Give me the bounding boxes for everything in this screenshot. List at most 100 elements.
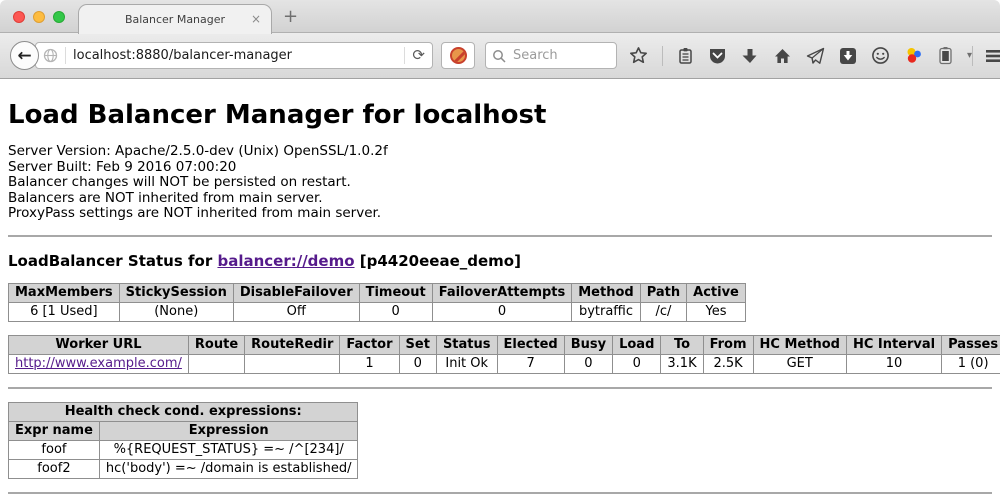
balancer-status-table: MaxMembers StickySession DisableFailover… <box>8 283 746 322</box>
worker-url-link[interactable]: http://www.example.com/ <box>15 356 182 371</box>
column-header: Timeout <box>359 283 432 302</box>
balancer-link[interactable]: balancer://demo <box>217 252 354 270</box>
cell-expr-name: foof2 <box>9 459 100 478</box>
browser-tab[interactable]: Balancer Manager × <box>78 4 272 34</box>
cell-expr-name: foof <box>9 440 100 459</box>
column-header: Factor <box>340 335 399 354</box>
traffic-lights <box>13 11 65 23</box>
server-built-line: Server Built: Feb 9 2016 07:00:20 <box>8 160 992 176</box>
cell-failoverattempts: 0 <box>432 302 572 321</box>
table-title-row: Health check cond. expressions: <box>9 402 358 421</box>
url-bar[interactable]: localhost:8880/balancer-manager ⟳ <box>35 42 433 69</box>
color-dots-icon[interactable] <box>904 46 924 65</box>
minimize-window-button[interactable] <box>33 11 45 23</box>
new-tab-button[interactable]: + <box>283 6 298 27</box>
divider <box>8 387 992 389</box>
close-window-button[interactable] <box>13 11 25 23</box>
column-header: Status <box>436 335 497 354</box>
column-header: HC Method <box>753 335 846 354</box>
cell-path: /c/ <box>640 302 686 321</box>
toolbar-right-group <box>972 46 1000 66</box>
balancer-section-heading: LoadBalancer Status for balancer://demo … <box>8 252 992 270</box>
cell-elected: 7 <box>497 354 564 373</box>
url-text[interactable]: localhost:8880/balancer-manager <box>73 48 397 63</box>
send-plane-icon[interactable] <box>806 47 825 65</box>
star-bookmark-icon[interactable] <box>629 46 648 65</box>
table-row: foof2 hc('body') =~ /domain is establish… <box>9 459 358 478</box>
column-header: HC Interval <box>846 335 941 354</box>
column-header: Worker URL <box>9 335 189 354</box>
inherit-notice-line: Balancers are NOT inherited from main se… <box>8 191 992 207</box>
toolbar-separator <box>662 46 663 66</box>
cell-busy: 0 <box>564 354 612 373</box>
cell-factor: 1 <box>340 354 399 373</box>
cell-active: Yes <box>687 302 746 321</box>
search-bar[interactable] <box>485 42 617 69</box>
hamburger-menu-icon[interactable] <box>985 48 1000 64</box>
search-icon <box>492 49 506 63</box>
table-row: http://www.example.com/ 1 0 Init Ok 7 0 … <box>9 354 1000 373</box>
flash-block-button[interactable] <box>441 42 475 69</box>
back-icon: ← <box>17 46 31 66</box>
cell-from: 2.5K <box>703 354 753 373</box>
cell-method: bytraffic <box>572 302 640 321</box>
column-header: RouteRedir <box>245 335 340 354</box>
cell-worker-url: http://www.example.com/ <box>9 354 189 373</box>
column-header: Expr name <box>9 421 100 440</box>
health-check-table-title: Health check cond. expressions: <box>9 402 358 421</box>
cell-set: 0 <box>399 354 436 373</box>
column-header: FailoverAttempts <box>432 283 572 302</box>
column-header: Route <box>188 335 244 354</box>
table-header-row: Expr name Expression <box>9 421 358 440</box>
smiley-icon[interactable] <box>871 46 890 65</box>
navigation-toolbar: ← localhost:8880/balancer-manager ⟳ <box>0 33 1000 79</box>
clipboard-icon[interactable] <box>677 47 694 65</box>
table-row: foof %{REQUEST_STATUS} =~ /^[234]/ <box>9 440 358 459</box>
server-info: Server Version: Apache/2.5.0-dev (Unix) … <box>8 144 992 222</box>
tab-title: Balancer Manager <box>125 13 225 26</box>
column-header: MaxMembers <box>9 283 120 302</box>
cell-to: 3.1K <box>661 354 703 373</box>
server-version-line: Server Version: Apache/2.5.0-dev (Unix) … <box>8 144 992 160</box>
search-input[interactable] <box>511 47 601 64</box>
column-header: To <box>661 335 703 354</box>
page-content: Load Balancer Manager for localhost Serv… <box>0 100 1000 494</box>
cell-expression: hc('body') =~ /domain is established/ <box>99 459 358 478</box>
table-header-row: MaxMembers StickySession DisableFailover… <box>9 283 746 302</box>
column-header: Set <box>399 335 436 354</box>
battery-icon[interactable] <box>938 46 953 65</box>
toolbar-icons: ▾ <box>629 46 972 66</box>
health-check-table: Health check cond. expressions: Expr nam… <box>8 402 358 479</box>
column-header: Expression <box>99 421 358 440</box>
toolbar-separator <box>972 46 973 66</box>
cell-route <box>188 354 244 373</box>
table-header-row: Worker URL Route RouteRedir Factor Set S… <box>9 335 1000 354</box>
home-icon[interactable] <box>773 47 792 65</box>
divider <box>8 235 992 237</box>
identity-separator <box>65 47 66 64</box>
reload-separator <box>404 47 405 64</box>
column-header: StickySession <box>119 283 233 302</box>
pocket-icon[interactable] <box>708 47 727 65</box>
column-header: Method <box>572 283 640 302</box>
cell-hc-method: GET <box>753 354 846 373</box>
reload-icon[interactable]: ⟳ <box>412 48 425 63</box>
column-header: From <box>703 335 753 354</box>
tab-close-icon[interactable]: × <box>251 13 261 25</box>
column-header: Elected <box>497 335 564 354</box>
cell-status: Init Ok <box>436 354 497 373</box>
flash-blocked-icon <box>450 47 467 64</box>
cell-load: 0 <box>613 354 661 373</box>
download-arrow-icon[interactable] <box>741 47 759 65</box>
cell-timeout: 0 <box>359 302 432 321</box>
persist-notice-line: Balancer changes will NOT be persisted o… <box>8 175 992 191</box>
divider <box>8 492 992 494</box>
cell-hc-interval: 10 <box>846 354 941 373</box>
heading-prefix: LoadBalancer Status for <box>8 252 217 270</box>
zoom-window-button[interactable] <box>53 11 65 23</box>
back-button[interactable]: ← <box>10 41 39 70</box>
download-box-icon[interactable] <box>839 47 857 65</box>
cell-passes: 1 (0) <box>942 354 1000 373</box>
cell-maxmembers: 6 [1 Used] <box>9 302 120 321</box>
heading-suffix: [p4420eeae_demo] <box>355 252 521 270</box>
